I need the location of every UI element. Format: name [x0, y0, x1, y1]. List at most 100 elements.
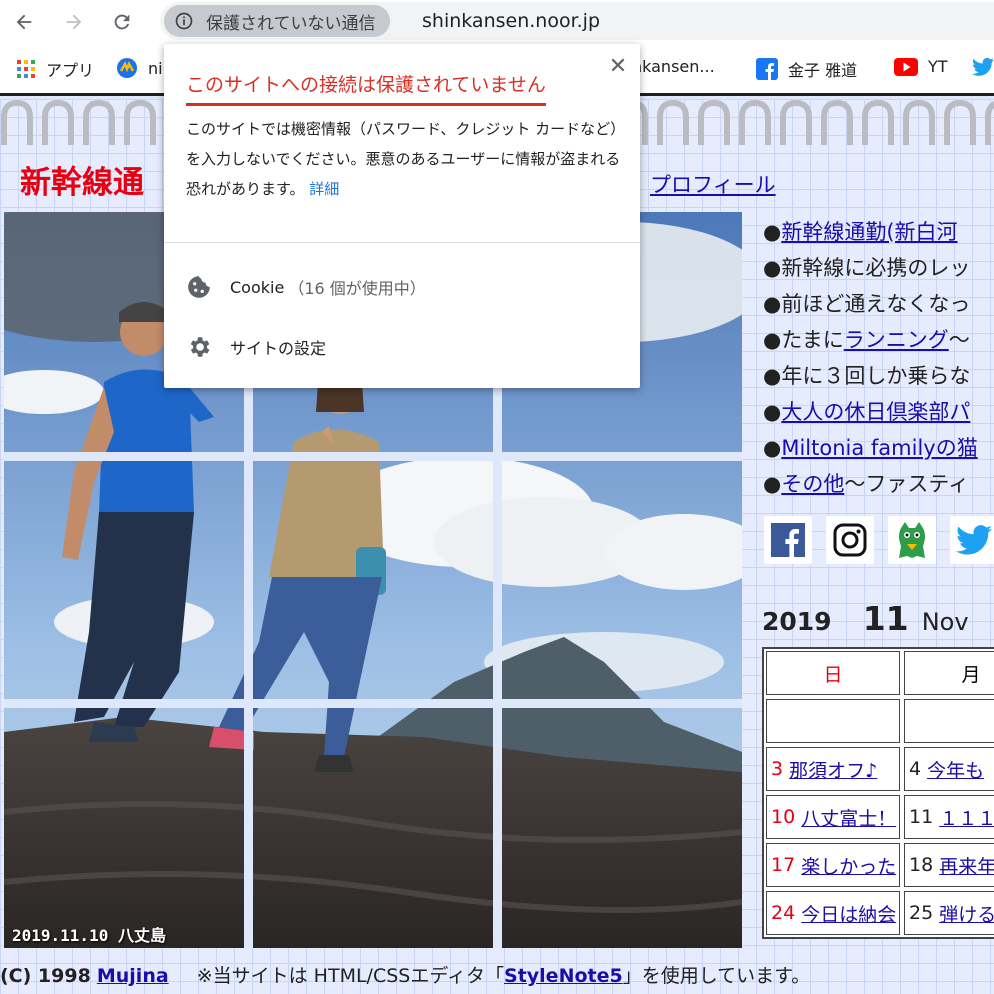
- news-list: ●新幹線通勤(新白河 ●新幹線に必携のレッ ●前ほど通えなくなっ ●たまにランニング〜…: [763, 217, 994, 505]
- bookmark-twitter[interactable]: [972, 57, 994, 77]
- calendar-entry-link[interactable]: 八丈富士！: [801, 804, 896, 831]
- url-text[interactable]: shinkansen.noor.jp: [422, 10, 600, 32]
- calendar-day-cell[interactable]: 17 楽しかった: [766, 843, 900, 887]
- forward-button[interactable]: [56, 4, 92, 40]
- collage-divider-h1: [4, 452, 742, 461]
- calendar-day-cell[interactable]: 4 今年も: [904, 747, 994, 791]
- news-link[interactable]: ランニング: [844, 328, 949, 352]
- news-text: 〜: [948, 328, 970, 352]
- spiral-ring: [985, 101, 994, 145]
- news-item[interactable]: ●大人の休日倶楽部パ: [763, 397, 994, 433]
- spiral-ring: [944, 99, 976, 145]
- cookie-count: （16 個が使用中）: [288, 279, 426, 298]
- bookmark-shinkansen[interactable]: nkansen...: [632, 57, 715, 76]
- news-bullet: ●: [763, 220, 782, 244]
- bookmark-facebook[interactable]: 金子 雅道: [756, 57, 857, 81]
- author-link[interactable]: Mujina: [97, 965, 169, 987]
- apps-grid-icon: [17, 60, 35, 78]
- site-logo-icon: [117, 58, 137, 78]
- spiral-ring: [698, 99, 730, 145]
- profile-link[interactable]: プロフィール: [650, 169, 776, 199]
- news-link[interactable]: その他: [781, 472, 844, 496]
- calendar-entry-link[interactable]: 那須オフ♪: [789, 756, 877, 783]
- calendar-day-cell[interactable]: 11 １１１: [904, 795, 994, 839]
- calendar-date-number: 4: [909, 758, 922, 780]
- bookmark-youtube[interactable]: YT: [894, 57, 948, 76]
- bookmark-ni-label: ni: [148, 58, 163, 78]
- calendar-entry-link[interactable]: 楽しかった: [801, 852, 896, 879]
- bookmark-facebook-label: 金子 雅道: [788, 61, 858, 80]
- calendar-date-number: 10: [771, 806, 796, 828]
- calendar-entry-link[interactable]: １１１: [939, 804, 994, 831]
- bookmark-apps-label: アプリ: [46, 61, 95, 80]
- news-item[interactable]: ●新幹線通勤(新白河: [763, 217, 994, 253]
- news-bullet: ●: [763, 292, 782, 316]
- bookmark-apps[interactable]: アプリ: [16, 57, 94, 81]
- popup-body: このサイトでは機密情報（パスワード、クレジット カードなど）を入力しないでくださ…: [186, 114, 626, 204]
- popup-warning-text: このサイトでは機密情報（パスワード、クレジット カードなど）を入力しないでくださ…: [186, 120, 626, 198]
- site-title: 新幹線通: [20, 165, 144, 201]
- close-button[interactable]: ✕: [606, 54, 630, 79]
- calendar-entry-link[interactable]: 今日は納会: [801, 900, 896, 927]
- site-settings-row[interactable]: サイトの設定: [186, 334, 326, 360]
- copyright-text: (C) 1998: [0, 965, 91, 987]
- spiral-ring: [657, 99, 689, 145]
- social-instagram[interactable]: [826, 516, 874, 564]
- social-mascot[interactable]: [888, 516, 936, 564]
- calendar-day-cell[interactable]: 10 八丈富士！: [766, 795, 900, 839]
- stylenote-link[interactable]: StyleNote5: [504, 965, 623, 987]
- news-bullet: ●: [763, 400, 782, 424]
- news-link[interactable]: 新幹線通勤(新白河: [781, 220, 957, 244]
- details-link[interactable]: 詳細: [309, 180, 339, 198]
- security-chip[interactable]: 保護されていない通信: [164, 5, 390, 37]
- address-bar[interactable]: 保護されていない通信 shinkansen.noor.jp: [160, 2, 994, 40]
- news-item[interactable]: ●Miltonia familyの猫: [763, 433, 994, 469]
- security-chip-label: 保護されていない通信: [206, 13, 376, 34]
- popup-divider: [164, 242, 640, 243]
- facebook-icon: [771, 523, 805, 557]
- back-button[interactable]: [6, 4, 42, 40]
- news-link[interactable]: Miltonia familyの猫: [781, 436, 977, 460]
- news-item: ●前ほど通えなくなっ: [763, 289, 994, 325]
- calendar-day-cell[interactable]: 25 弾ける: [904, 891, 994, 935]
- social-twitter[interactable]: [950, 516, 994, 564]
- footer-note-start: ※当サイトは HTML/CSSエディタ「: [196, 965, 505, 987]
- calendar-day-cell[interactable]: 18 再来年: [904, 843, 994, 887]
- news-item[interactable]: ●たまにランニング〜: [763, 325, 994, 361]
- info-icon: [175, 12, 193, 30]
- calendar-entry-link[interactable]: 再来年: [939, 852, 994, 879]
- calendar-entry-link[interactable]: 今年も: [927, 756, 984, 783]
- calendar-date-number: 17: [771, 854, 796, 876]
- news-item[interactable]: ●その他〜ファスティ: [763, 469, 994, 505]
- twitter-icon: [972, 57, 994, 76]
- spiral-ring: [42, 99, 74, 145]
- spiral-ring: [780, 99, 812, 145]
- calendar-entry-link[interactable]: 弾ける: [939, 900, 994, 927]
- news-link[interactable]: 大人の休日倶楽部パ: [781, 400, 970, 424]
- calendar-day-cell[interactable]: 24 今日は納会: [766, 891, 900, 935]
- social-facebook[interactable]: [764, 516, 812, 564]
- forward-arrow-icon: [66, 14, 82, 30]
- cookie-label: Cookie: [230, 277, 285, 297]
- photo-caption: 2019.11.10 八丈島: [12, 926, 166, 945]
- cookie-row[interactable]: Cookie （16 個が使用中）: [186, 274, 426, 300]
- calendar-day-cell[interactable]: 3 那須オフ♪: [766, 747, 900, 791]
- back-arrow-icon: [16, 14, 32, 30]
- calendar-weekday-header: 日: [766, 651, 900, 695]
- calendar-date-number: 24: [771, 902, 796, 924]
- spiral-ring: [124, 99, 156, 145]
- calendar-day: 11: [862, 599, 909, 638]
- bookmark-shinkansen-label: nkansen...: [632, 57, 715, 76]
- calendar-weekday-header: 月: [904, 651, 994, 695]
- bookmark-ni[interactable]: ni: [116, 57, 163, 79]
- reload-icon: [114, 14, 130, 30]
- bookmark-youtube-label: YT: [928, 57, 948, 76]
- news-bullet: ●: [763, 472, 782, 496]
- calendar-date-number: 11: [909, 806, 934, 828]
- youtube-icon: [894, 57, 918, 76]
- calendar-day-cell: [904, 699, 994, 743]
- calendar-paren: （: [982, 608, 994, 636]
- calendar-year: 2019: [762, 607, 832, 636]
- spiral-ring: [862, 99, 894, 145]
- reload-button[interactable]: [104, 4, 140, 40]
